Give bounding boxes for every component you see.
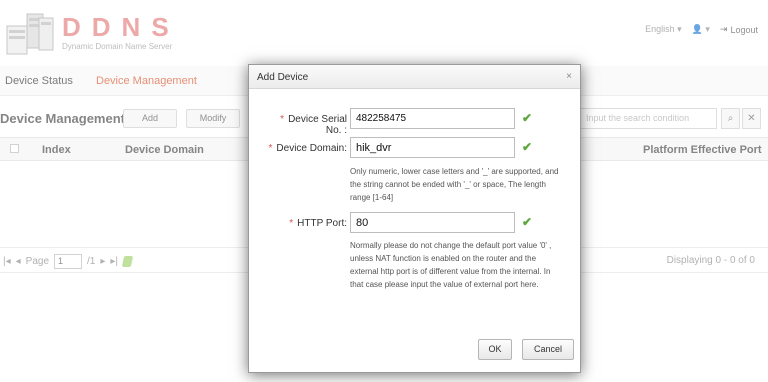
port-hint: Normally please do not change the defaul… <box>350 241 552 289</box>
domain-hint: Only numeric, lower case letters and '_'… <box>350 167 559 202</box>
valid-check-icon: ✔ <box>522 215 533 229</box>
cancel-button[interactable]: Cancel <box>522 339 574 360</box>
required-mark: * <box>268 143 273 154</box>
valid-check-icon: ✔ <box>522 140 533 154</box>
port-label: * HTTP Port: <box>289 218 347 229</box>
valid-check-icon: ✔ <box>522 111 533 125</box>
domain-label: * Device Domain: <box>268 143 348 154</box>
device-domain-field[interactable]: hik_dvr <box>350 137 515 158</box>
serial-number-field[interactable]: 482258475 <box>350 108 515 129</box>
dialog-header: Add Device × <box>249 65 580 89</box>
ok-button[interactable]: OK <box>478 339 512 360</box>
required-mark: * <box>289 218 294 229</box>
dialog-title: Add Device <box>257 72 309 83</box>
serial-label: * Device Serial No. : <box>280 114 347 136</box>
http-port-field[interactable]: 80 <box>350 212 515 233</box>
required-mark: * <box>280 114 285 125</box>
add-device-dialog: Add Device × * Device Serial No. : 482258… <box>248 64 581 373</box>
close-icon[interactable]: × <box>566 71 572 82</box>
